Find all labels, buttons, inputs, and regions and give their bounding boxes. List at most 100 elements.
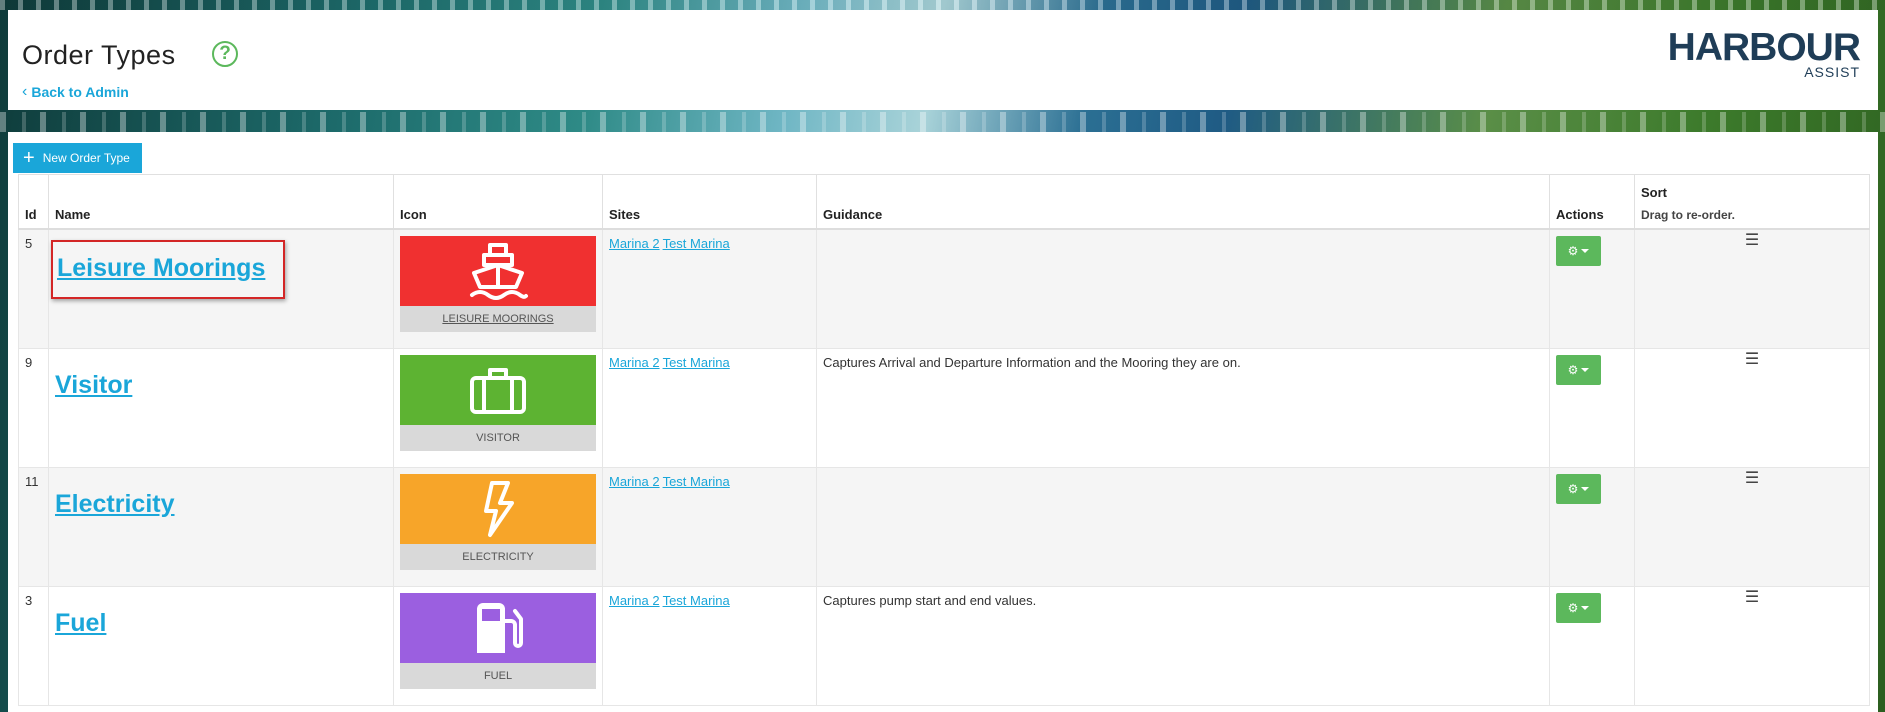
column-header-sites: Sites	[602, 174, 817, 230]
background-image-strip	[0, 112, 1885, 132]
logo-main-text: HARBOUR	[1667, 26, 1861, 69]
icon-tile-label: ELECTRICITY	[400, 543, 596, 570]
highlight-box: Leisure Moorings	[51, 240, 286, 299]
row-name-cell: Visitor	[48, 347, 394, 468]
row-id: 11	[18, 466, 49, 587]
table-row[interactable]: 3 Fuel FUEL Marina 2 Test Marina Capture…	[18, 585, 1870, 706]
icon-tile-color	[400, 473, 596, 544]
chevron-down-icon	[1581, 605, 1590, 610]
table-row[interactable]: 11 Electricity ELECTRICITY Marina 2 Test…	[18, 466, 1870, 587]
briefcase-icon	[470, 367, 526, 414]
row-name-cell: Leisure Moorings	[48, 228, 394, 349]
drag-handle-icon[interactable]: ☰	[1641, 351, 1863, 367]
gear-icon: ⚙	[1567, 244, 1579, 258]
row-actions-cell: ⚙	[1549, 585, 1635, 706]
gear-icon: ⚙	[1567, 600, 1579, 615]
icon-tile-label: VISITOR	[400, 424, 596, 451]
order-type-name-link[interactable]: Fuel	[55, 607, 106, 640]
page-title: Order Types	[22, 40, 176, 70]
icon-tile[interactable]: ELECTRICITY	[400, 473, 596, 570]
row-icon-cell: ELECTRICITY	[393, 466, 603, 587]
background-image-top	[0, 0, 1885, 10]
back-link-label: Back to Admin	[31, 84, 129, 100]
chevron-down-icon	[1581, 486, 1590, 491]
row-sort-cell: ☰	[1634, 585, 1870, 706]
column-header-actions: Actions	[1549, 174, 1635, 230]
row-sites-cell: Marina 2 Test Marina	[602, 228, 817, 349]
icon-tile[interactable]: FUEL	[400, 592, 596, 689]
sort-title: Sort	[1641, 185, 1667, 200]
new-order-type-label: New Order Type	[42, 151, 130, 165]
site-link[interactable]: Marina 2	[609, 593, 660, 608]
page-header: Order Types ? ‹ Back to Admin HARBOUR AS…	[8, 10, 1878, 110]
row-sort-cell: ☰	[1634, 228, 1870, 349]
column-header-guidance: Guidance	[816, 174, 1550, 230]
order-types-table: Id Name Icon Sites Guidance Actions Sort…	[18, 174, 1870, 706]
column-header-icon: Icon	[393, 174, 603, 230]
row-id: 3	[18, 585, 49, 706]
icon-tile-label: FUEL	[400, 662, 596, 689]
row-guidance	[816, 466, 1550, 587]
drag-handle-icon[interactable]: ☰	[1641, 233, 1863, 249]
order-type-name-link[interactable]: Leisure Moorings	[57, 252, 265, 285]
row-actions-cell: ⚙	[1549, 466, 1635, 587]
drag-handle-icon[interactable]: ☰	[1641, 470, 1863, 486]
actions-dropdown-button[interactable]: ⚙	[1556, 236, 1601, 266]
row-icon-cell: LEISURE MOORINGS	[393, 228, 603, 349]
row-icon-cell: VISITOR	[393, 347, 603, 468]
row-name-cell: Electricity	[48, 466, 394, 587]
order-type-name-link[interactable]: Visitor	[55, 369, 132, 402]
ship-icon	[470, 243, 528, 300]
row-name-cell: Fuel	[48, 585, 394, 706]
actions-dropdown-button[interactable]: ⚙	[1556, 473, 1601, 504]
row-icon-cell: FUEL	[393, 585, 603, 706]
row-sites-cell: Marina 2 Test Marina	[602, 585, 817, 706]
table-header-row: Id Name Icon Sites Guidance Actions Sort…	[18, 174, 1870, 230]
lightning-icon	[484, 480, 514, 537]
help-icon[interactable]: ?	[212, 41, 238, 67]
harbour-assist-logo: HARBOUR ASSIST	[1667, 26, 1861, 80]
fuel-pump-icon	[477, 602, 523, 653]
main-content: + New Order Type Id Name Icon Sites Guid…	[8, 132, 1878, 712]
site-link[interactable]: Test Marina	[663, 236, 730, 251]
chevron-down-icon	[1581, 367, 1590, 372]
new-order-type-button[interactable]: + New Order Type	[13, 143, 142, 173]
icon-tile-label: LEISURE MOORINGS	[400, 306, 596, 332]
row-id: 9	[18, 347, 49, 468]
row-sort-cell: ☰	[1634, 347, 1870, 468]
icon-tile-color	[400, 592, 596, 663]
drag-handle-icon[interactable]: ☰	[1641, 589, 1863, 605]
row-id: 5	[18, 228, 49, 349]
column-header-name: Name	[48, 174, 394, 230]
table-row[interactable]: 5 Leisure Moorings LEISURE MOORINGS Mari…	[18, 228, 1870, 349]
row-sites-cell: Marina 2 Test Marina	[602, 466, 817, 587]
site-link[interactable]: Test Marina	[663, 593, 730, 608]
chevron-down-icon	[1581, 249, 1590, 253]
site-link[interactable]: Marina 2	[609, 236, 660, 251]
plus-icon: +	[23, 147, 35, 169]
icon-tile-color	[400, 354, 596, 425]
back-to-admin-link[interactable]: ‹ Back to Admin	[22, 83, 129, 101]
column-header-id: Id	[18, 174, 49, 230]
row-sites-cell: Marina 2 Test Marina	[602, 347, 817, 468]
icon-tile[interactable]: VISITOR	[400, 354, 596, 451]
chevron-left-icon: ‹	[22, 83, 28, 100]
sort-subtitle: Drag to re-order.	[1641, 208, 1736, 222]
icon-tile[interactable]: LEISURE MOORINGS	[400, 236, 596, 332]
column-header-sort: Sort Drag to re-order.	[1634, 174, 1870, 230]
gear-icon: ⚙	[1567, 481, 1579, 496]
order-type-name-link[interactable]: Electricity	[55, 488, 175, 521]
actions-dropdown-button[interactable]: ⚙	[1556, 592, 1601, 623]
row-actions-cell: ⚙	[1549, 347, 1635, 468]
site-link[interactable]: Test Marina	[663, 355, 730, 370]
actions-dropdown-button[interactable]: ⚙	[1556, 354, 1601, 385]
icon-tile-color	[400, 236, 596, 306]
site-link[interactable]: Marina 2	[609, 474, 660, 489]
row-guidance: Captures Arrival and Departure Informati…	[816, 347, 1550, 468]
row-guidance: Captures pump start and end values.	[816, 585, 1550, 706]
site-link[interactable]: Test Marina	[663, 474, 730, 489]
table-row[interactable]: 9 Visitor VISITOR Marina 2 Test Marina C…	[18, 347, 1870, 468]
site-link[interactable]: Marina 2	[609, 355, 660, 370]
row-sort-cell: ☰	[1634, 466, 1870, 587]
gear-icon: ⚙	[1567, 362, 1579, 377]
